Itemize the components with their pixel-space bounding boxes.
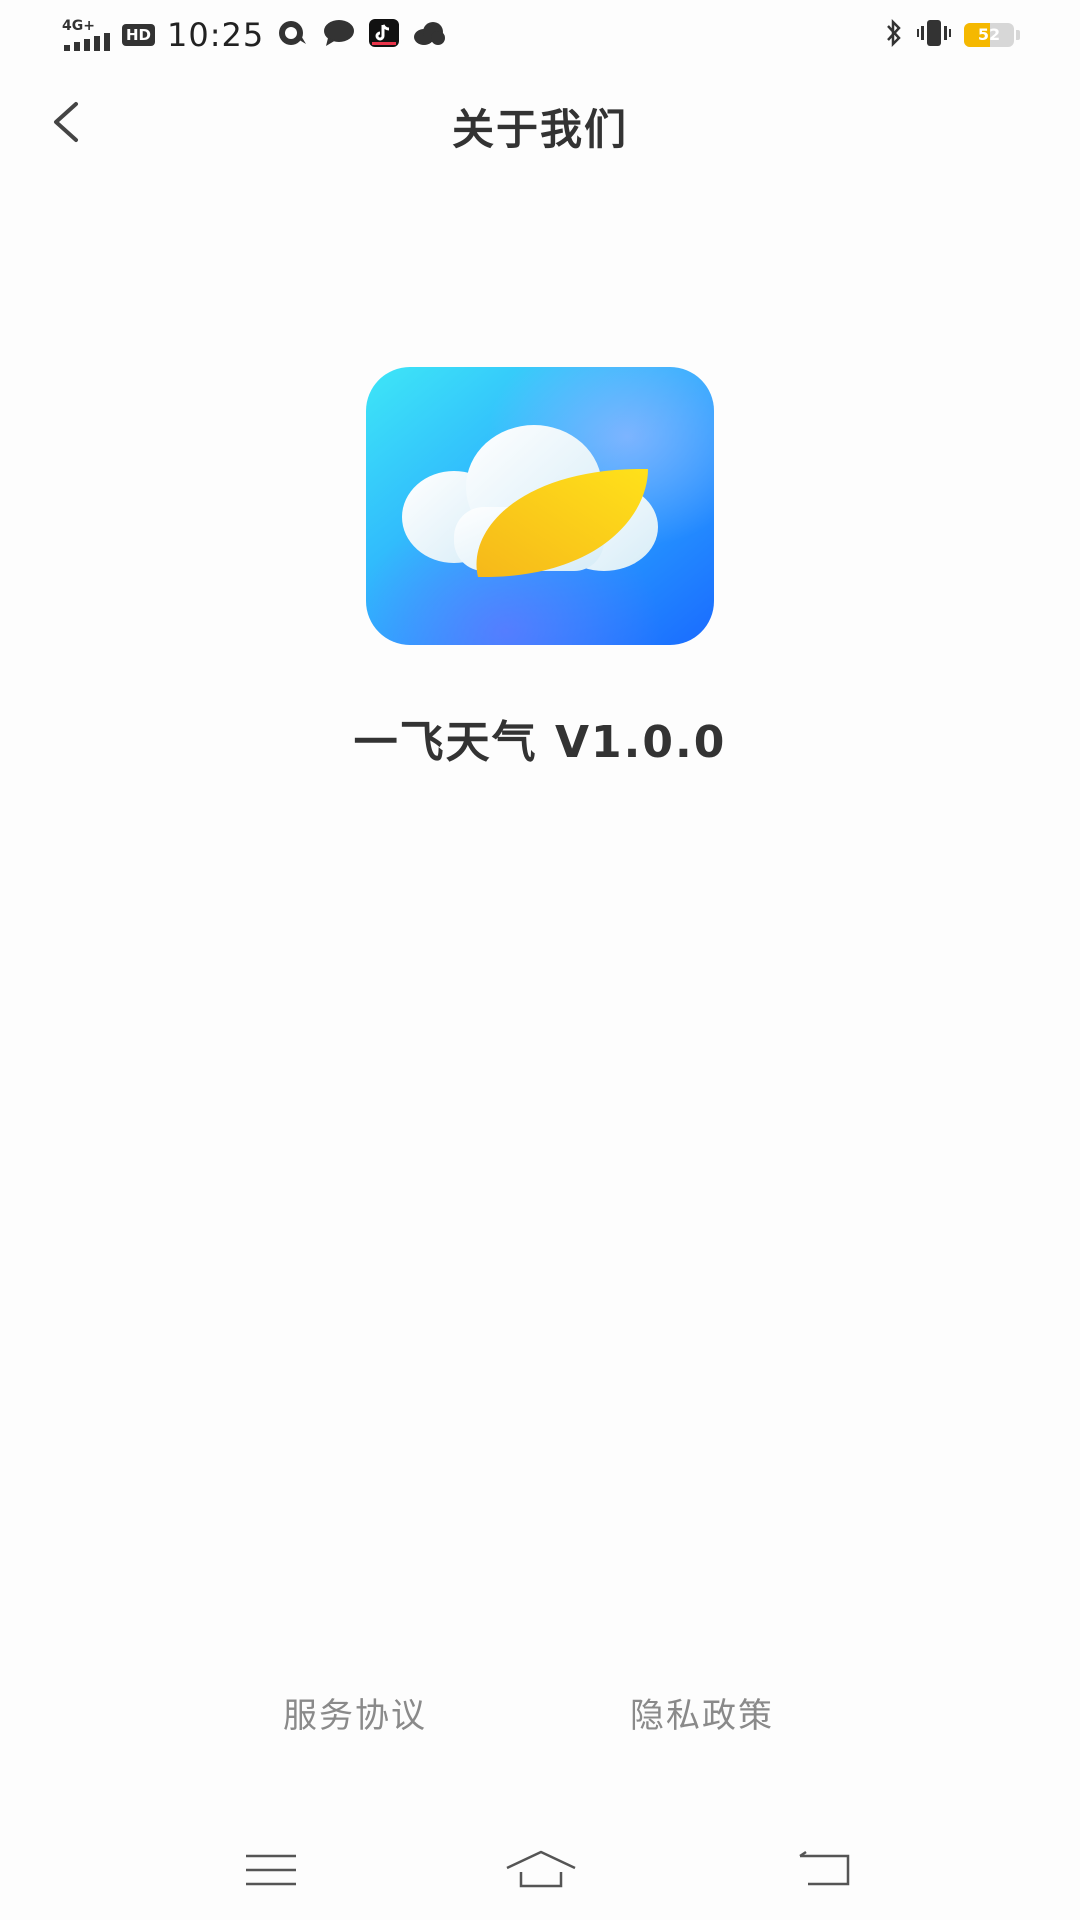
battery-level: 52 xyxy=(977,25,1001,44)
menu-icon xyxy=(246,1854,296,1886)
nav-home-button[interactable] xyxy=(501,1840,581,1900)
system-nav-bar xyxy=(0,1830,1080,1910)
privacy-policy-link[interactable]: 隐私政策 xyxy=(630,1688,774,1737)
app-name-version: 一飞天气 V1.0.0 xyxy=(353,717,727,768)
message-icon xyxy=(322,18,356,52)
footer-links: 服务协议 隐私政策 xyxy=(0,1688,1080,1738)
qq-icon xyxy=(276,18,310,52)
status-time: 10:25 xyxy=(167,16,265,54)
about-screen: 4G+ HD 10:25 52 关于我们 一飞天气 V1.0.0 服务协议 隐私… xyxy=(0,0,1080,1920)
bluetooth-icon xyxy=(884,18,904,52)
back-icon xyxy=(799,1850,850,1886)
nav-menu-button[interactable] xyxy=(231,1840,311,1900)
weather-app-logo-icon xyxy=(366,367,714,645)
status-bar: 4G+ HD 10:25 52 xyxy=(0,0,1080,70)
home-icon xyxy=(506,1850,576,1888)
page-title: 关于我们 xyxy=(451,105,628,154)
cloud-icon xyxy=(412,19,446,51)
status-bar-right: 52 xyxy=(884,14,1020,56)
app-bar: 关于我们 xyxy=(0,70,1080,180)
nav-back-button[interactable] xyxy=(784,1840,864,1900)
service-agreement-link[interactable]: 服务协议 xyxy=(283,1688,427,1737)
network-type: 4G+ xyxy=(62,18,95,34)
hd-icon: HD xyxy=(122,24,156,46)
battery-icon: 52 xyxy=(964,23,1014,47)
tiktok-icon xyxy=(368,18,400,52)
status-bar-left: 4G+ HD 10:25 xyxy=(62,14,446,56)
battery-tip xyxy=(1016,30,1020,40)
signal-icon: 4G+ xyxy=(62,19,110,51)
vibrate-icon xyxy=(916,18,952,52)
